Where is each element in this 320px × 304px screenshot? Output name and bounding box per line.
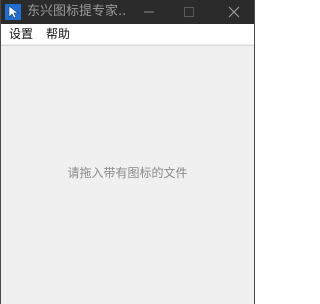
maximize-button[interactable] (169, 0, 209, 24)
drop-area[interactable]: 请拖入带有图标的文件 (1, 45, 254, 304)
close-icon (228, 6, 240, 18)
window-title: 东兴图标提专家... (27, 4, 127, 19)
minimize-button[interactable] (129, 0, 169, 24)
minimize-icon (144, 11, 154, 13)
close-button[interactable] (214, 0, 254, 24)
menu-settings[interactable]: 设置 (9, 26, 33, 42)
app-window: 东兴图标提专家... 设置 帮助 请拖入带有图标的文件 (0, 0, 255, 304)
app-cursor-icon (5, 4, 21, 20)
menu-help[interactable]: 帮助 (46, 26, 70, 42)
title-bar[interactable]: 东兴图标提专家... (1, 0, 254, 24)
maximize-icon (184, 7, 194, 17)
menu-bar: 设置 帮助 (1, 24, 254, 44)
drop-hint-text: 请拖入带有图标的文件 (67, 166, 188, 180)
